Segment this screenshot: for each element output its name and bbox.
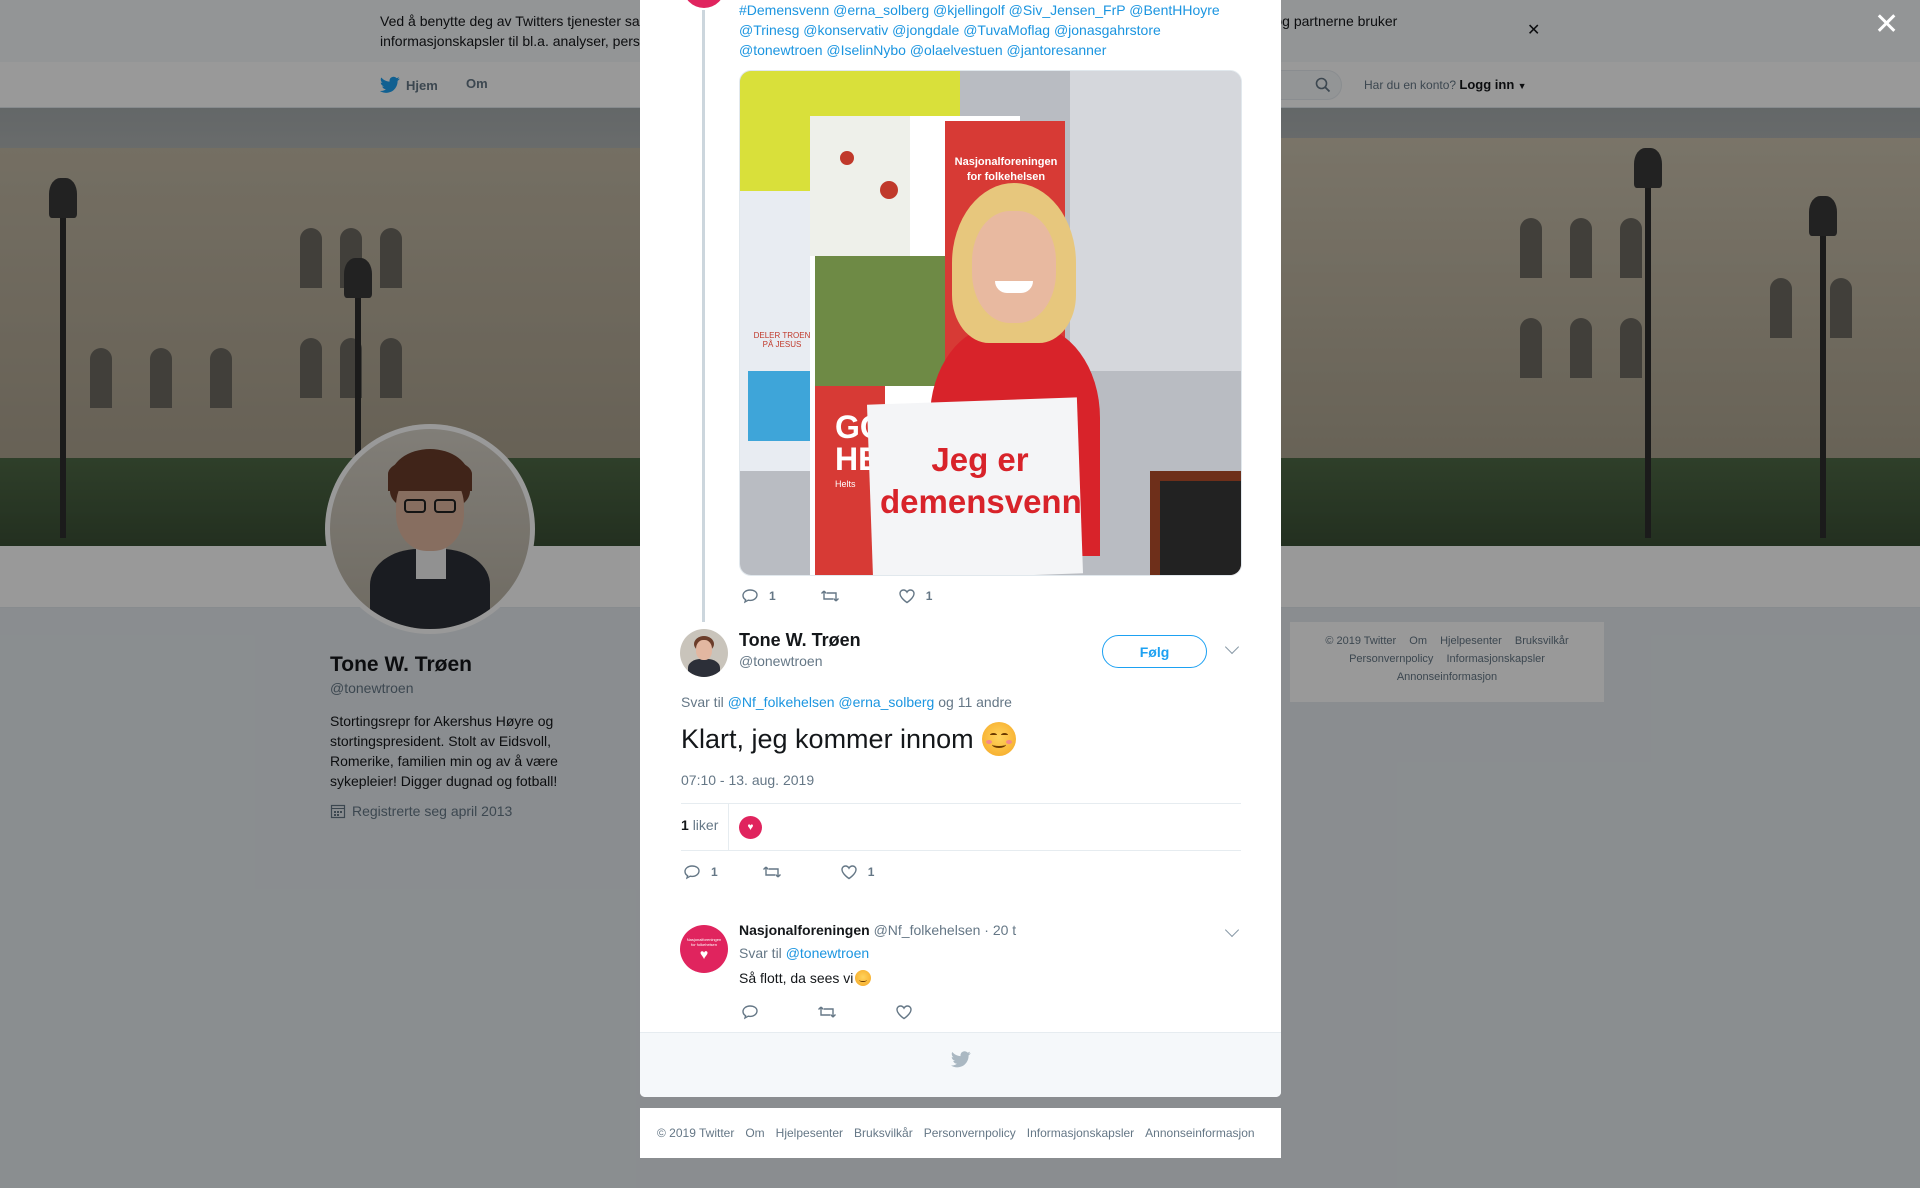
main-tweet-text: Klart, jeg kommer innom [681,722,1016,756]
heart-icon [840,865,857,880]
reply-tweet-avatar[interactable]: Nasjonalforeningen for folkehelsen ♥ [680,925,728,973]
retweet-button[interactable] [820,588,840,604]
retweet-button[interactable] [817,1004,837,1020]
reply-tweet-reply-context: Svar til @tonewtroen [739,945,869,961]
banner-org-name: Nasjonalforeningen [954,156,1058,168]
reply-suffix: og 11 andre [938,694,1012,710]
like-button[interactable]: 1 [840,864,875,880]
smiling-face-emoji-icon [981,722,1016,756]
main-tweet-avatar[interactable] [680,629,728,677]
reply-tweet-text: Så flott, da sees vi [739,970,872,986]
like-button[interactable] [895,1004,913,1020]
close-icon[interactable]: ✕ [1874,10,1899,40]
prev-tweet-avatar[interactable] [683,0,725,8]
chevron-down-icon[interactable] [1224,922,1240,938]
heart-icon [896,1005,912,1020]
smiling-face-emoji-icon [855,970,872,986]
tweet-permalink-modal: #Demensvenn @erna_solberg @kjellingolf @… [640,0,1281,1097]
main-tweet-timestamp[interactable]: 07:10 - 13. aug. 2019 [681,772,814,788]
likes-count[interactable]: 1 liker [681,817,718,833]
sign-text-line2: demensvenn [880,483,1082,520]
side-banner-text: DELER TROEN PÅ JESUS [753,331,811,349]
reply-button[interactable]: 1 [741,588,776,604]
footer-link[interactable]: Annonseinformasjon [1145,1126,1254,1140]
reply-icon [742,589,758,604]
retweet-icon [818,1006,836,1018]
footer-link[interactable]: Om [745,1126,764,1140]
thread-connector [702,10,705,622]
reply-count: 1 [769,589,776,603]
mention-link[interactable]: @erna_solberg [838,694,934,710]
footer-link[interactable]: Hjelpesenter [776,1126,843,1140]
main-tweet-body: Klart, jeg kommer innom [681,723,974,754]
main-tweet-reply-context: Svar til @Nf_folkehelsen @erna_solberg o… [681,694,1012,710]
reply-tweet-actions [741,1004,913,1020]
reply-tweet-header: Nasjonalforeningen @Nf_folkehelsen · 20 … [739,922,1016,938]
likes-divider [728,804,729,850]
reply-tweet-body: Så flott, da sees vi [739,970,854,986]
mention-link[interactable]: @Nf_folkehelsen [728,694,835,710]
modal-bottom-bar [640,1032,1281,1097]
likes-number: 1 [681,817,689,833]
footer-link[interactable]: Informasjonskapsler [1027,1126,1134,1140]
twitter-bird-icon [951,1051,971,1068]
follow-button[interactable]: Følg [1102,635,1207,668]
chevron-down-icon[interactable] [1224,639,1240,655]
retweet-icon [820,590,839,602]
tweet-photo[interactable]: DELER TROEN PÅ JESUS GO HE Helts Nasjona… [739,70,1242,576]
like-button[interactable]: 1 [898,588,933,604]
reply-button[interactable]: 1 [683,864,718,880]
reply-prefix: Svar til [739,945,782,961]
heart-icon [898,589,915,604]
footer-link[interactable]: Personvernpolicy [924,1126,1016,1140]
reply-icon [742,1005,758,1020]
banner-org-sub: for folkehelsen [966,171,1046,183]
footer-link[interactable]: Bruksvilkår [854,1126,913,1140]
reply-button[interactable] [741,1004,759,1020]
prev-tweet-actions: 1 1 [741,588,932,604]
prev-tweet-text: #Demensvenn @erna_solberg @kjellingolf @… [739,0,1239,60]
like-count: 1 [925,589,933,603]
main-tweet-author-handle[interactable]: @tonewtroen [739,653,822,669]
like-count: 1 [867,865,875,879]
modal-footer: © 2019 Twitter Om Hjelpesenter Bruksvilk… [640,1108,1281,1158]
likes-label: liker [692,817,719,833]
reply-author-name[interactable]: Nasjonalforeningen [739,922,870,938]
likes-summary: 1 liker ♥ [681,803,1241,851]
prev-tweet-line[interactable]: @Trinesg @konservativ @jongdale @TuvaMof… [739,20,1239,40]
sign-text-line1: Jeg er [931,441,1029,478]
main-tweet-author-name[interactable]: Tone W. Trøen [739,630,861,651]
retweet-icon [762,866,781,878]
reply-prefix: Svar til [681,694,724,710]
prev-tweet-line[interactable]: @tonewtroen @IselinNybo @olaelvestuen @j… [739,40,1239,60]
reply-tweet-age[interactable]: · 20 t [984,922,1016,938]
footer-link[interactable]: © 2019 Twitter [657,1126,734,1140]
mention-link[interactable]: @tonewtroen [786,945,869,961]
main-tweet-actions: 1 1 [683,864,874,880]
reply-author-handle[interactable]: @Nf_folkehelsen [874,922,981,938]
heart-icon: ♥ [747,822,754,833]
retweet-button[interactable] [762,864,782,880]
liker-avatar[interactable]: ♥ [739,816,762,839]
prev-tweet-line[interactable]: #Demensvenn @erna_solberg @kjellingolf @… [739,0,1239,20]
reply-icon [684,865,700,880]
partial-banner-text-3: Helts [835,479,856,489]
reply-count: 1 [711,865,718,879]
heart-icon: ♥ [699,946,709,962]
